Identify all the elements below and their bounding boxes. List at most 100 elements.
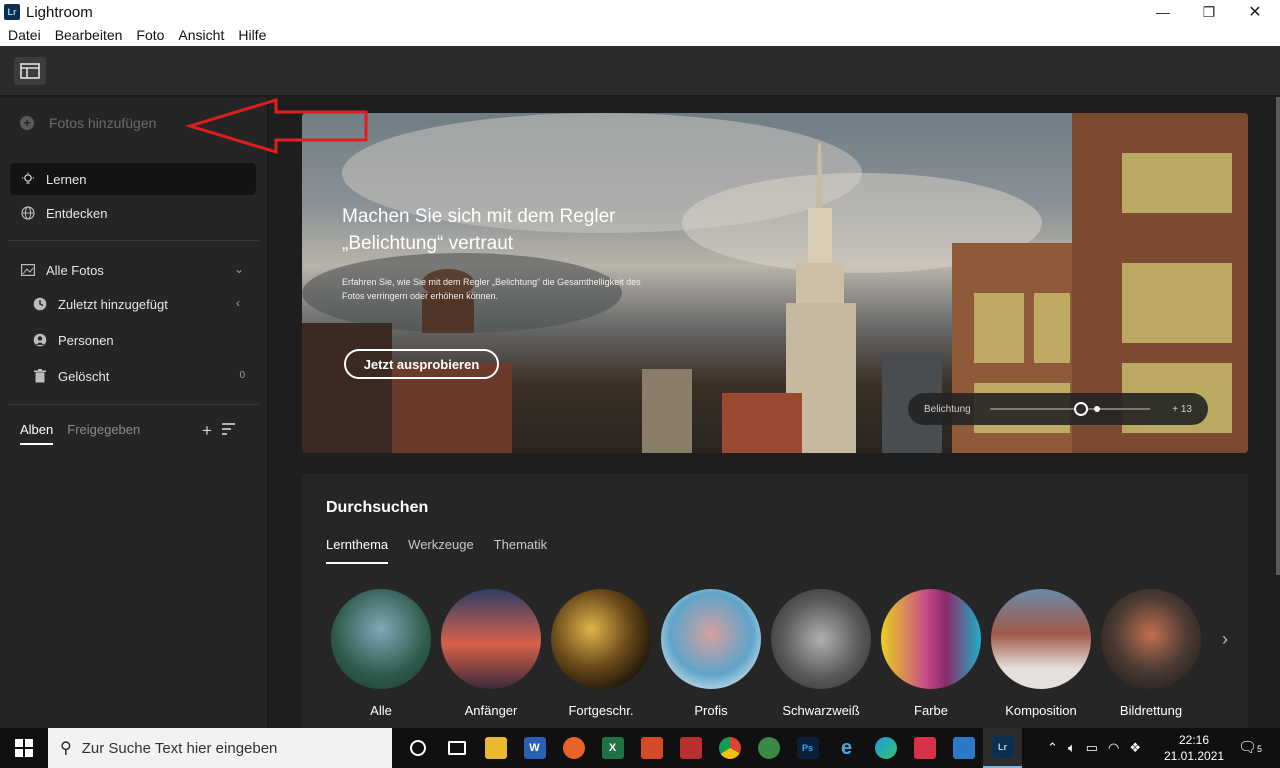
windows-taskbar: ⚲ Zur Suche Text hier eingeben W X Ps e … bbox=[0, 728, 1280, 768]
add-photos-button[interactable]: + Fotos hinzufügen bbox=[20, 115, 156, 131]
speaker-icon[interactable]: 🔈︎ bbox=[1068, 740, 1076, 756]
sort-icon[interactable] bbox=[221, 421, 238, 441]
taskbar-apps: W X Ps e Lr bbox=[398, 728, 1022, 768]
browse-tabs: Lernthema Werkzeuge Thematik bbox=[326, 537, 567, 564]
category-label: Fortgeschr. bbox=[568, 703, 634, 718]
album-tabs: Alben Freigegeben bbox=[20, 422, 140, 445]
edge-icon[interactable] bbox=[866, 728, 905, 768]
category-thumbnail bbox=[551, 589, 651, 689]
try-now-button[interactable]: Jetzt ausprobieren bbox=[344, 349, 499, 379]
menu-bar: Datei Bearbeiten Foto Ansicht Hilfe bbox=[0, 24, 1280, 46]
cortana-icon[interactable] bbox=[398, 728, 437, 768]
battery-icon[interactable]: ▭ bbox=[1086, 740, 1098, 756]
category-thumbnail bbox=[331, 589, 431, 689]
lightroom-logo-icon: Lr bbox=[4, 4, 20, 20]
sidebar-item-personen[interactable]: Personen bbox=[32, 332, 114, 348]
sidebar-item-label: Alle Fotos bbox=[46, 262, 104, 278]
category-thumbnail bbox=[771, 589, 871, 689]
photos-icon bbox=[20, 262, 36, 278]
menu-hilfe[interactable]: Hilfe bbox=[238, 27, 266, 43]
acrobat-icon[interactable] bbox=[671, 728, 710, 768]
category-farbe[interactable]: Farbe bbox=[876, 589, 986, 718]
exposure-knob bbox=[1074, 402, 1088, 416]
category-komposition[interactable]: Komposition bbox=[986, 589, 1096, 718]
lightroom-taskbar-icon[interactable]: Lr bbox=[983, 728, 1022, 768]
category-fortgeschritten[interactable]: Fortgeschr. bbox=[546, 589, 656, 718]
category-thumbnail bbox=[661, 589, 761, 689]
category-label: Anfänger bbox=[464, 703, 518, 718]
taskbar-search-input[interactable]: ⚲ Zur Suche Text hier eingeben bbox=[48, 728, 392, 768]
start-button[interactable] bbox=[0, 728, 48, 768]
category-label: Farbe bbox=[914, 703, 948, 718]
category-alle[interactable]: Alle bbox=[326, 589, 436, 718]
tab-alben[interactable]: Alben bbox=[20, 422, 54, 445]
exposure-dot bbox=[1094, 406, 1100, 412]
presentation-app-icon[interactable] bbox=[632, 728, 671, 768]
chevron-up-icon[interactable]: ⌃ bbox=[1047, 740, 1058, 756]
task-view-icon[interactable] bbox=[437, 728, 476, 768]
creative-cloud-icon[interactable] bbox=[905, 728, 944, 768]
toolbar bbox=[0, 46, 1280, 96]
tab-freigegeben[interactable]: Freigegeben bbox=[67, 422, 140, 445]
taskbar-clock[interactable]: 22:16 21.01.2021 bbox=[1164, 732, 1224, 764]
add-album-icon[interactable]: + bbox=[202, 421, 212, 441]
wifi-icon[interactable]: ◠ bbox=[1108, 740, 1119, 756]
panel-toggle-button[interactable] bbox=[14, 57, 46, 85]
exposure-label: Belichtung bbox=[924, 403, 971, 415]
menu-ansicht[interactable]: Ansicht bbox=[178, 27, 224, 43]
exposure-value: + 13 bbox=[1172, 403, 1192, 415]
hero-title: Machen Sie sich mit dem Regler „Belichtu… bbox=[342, 206, 616, 254]
excel-icon[interactable]: X bbox=[593, 728, 632, 768]
tab-lernthema[interactable]: Lernthema bbox=[326, 537, 389, 564]
chevron-left-icon[interactable]: ‹ bbox=[236, 296, 240, 310]
category-bildrettung[interactable]: Bildrettung bbox=[1096, 589, 1206, 718]
notification-count: 5 bbox=[1257, 744, 1263, 754]
category-label: Komposition bbox=[1005, 703, 1077, 718]
sidebar-item-alle-fotos[interactable]: Alle Fotos bbox=[20, 262, 104, 278]
category-label: Profis bbox=[694, 703, 728, 718]
file-explorer-icon[interactable] bbox=[476, 728, 515, 768]
category-thumbnail bbox=[441, 589, 541, 689]
system-tray: ⌃ 🔈︎ ▭ ◠ ❖ bbox=[1042, 728, 1146, 768]
minimize-button[interactable]: — bbox=[1140, 0, 1186, 24]
chrome-icon[interactable] bbox=[710, 728, 749, 768]
tab-thematik[interactable]: Thematik bbox=[494, 537, 547, 564]
title-bar: Lr Lightroom — ❐ ✕ bbox=[0, 0, 1280, 24]
chevron-down-icon[interactable]: ⌄ bbox=[234, 262, 244, 276]
category-thumbnail bbox=[1101, 589, 1201, 689]
sidebar: + Fotos hinzufügen Lernen Entdecken Alle… bbox=[0, 97, 268, 728]
main-content: Machen Sie sich mit dem Regler „Belichtu… bbox=[269, 97, 1280, 728]
category-label: Schwarzweiß bbox=[782, 703, 860, 718]
category-profis[interactable]: Profis bbox=[656, 589, 766, 718]
sidebar-divider bbox=[8, 240, 259, 241]
sidebar-item-entdecken[interactable]: Entdecken bbox=[20, 205, 107, 221]
sidebar-item-label: Gelöscht bbox=[58, 368, 110, 384]
dropbox-icon[interactable]: ❖ bbox=[1129, 740, 1141, 756]
scrollbar[interactable] bbox=[1276, 97, 1280, 575]
sidebar-item-label: Entdecken bbox=[46, 205, 108, 221]
internet-explorer-icon[interactable]: e bbox=[827, 728, 866, 768]
maximize-button[interactable]: ❐ bbox=[1186, 0, 1232, 24]
notification-center-icon[interactable]: 🗨︎5 bbox=[1238, 738, 1262, 756]
globe-app-icon[interactable] bbox=[749, 728, 788, 768]
photoshop-icon[interactable]: Ps bbox=[788, 728, 827, 768]
remote-desktop-icon[interactable] bbox=[944, 728, 983, 768]
category-anfaenger[interactable]: Anfänger bbox=[436, 589, 546, 718]
menu-bearbeiten[interactable]: Bearbeiten bbox=[55, 27, 123, 43]
sidebar-item-lernen[interactable]: Lernen bbox=[10, 163, 256, 195]
window-title: Lightroom bbox=[26, 3, 93, 21]
sidebar-item-geloescht[interactable]: Gelöscht bbox=[32, 368, 109, 384]
menu-datei[interactable]: Datei bbox=[8, 27, 41, 43]
deleted-count: 0 bbox=[239, 370, 245, 381]
tab-werkzeuge[interactable]: Werkzeuge bbox=[408, 537, 474, 564]
word-icon[interactable]: W bbox=[515, 728, 554, 768]
sidebar-item-zuletzt[interactable]: Zuletzt hinzugefügt bbox=[32, 296, 168, 312]
close-button[interactable]: ✕ bbox=[1232, 0, 1278, 24]
category-schwarzweiss[interactable]: Schwarzweiß bbox=[766, 589, 876, 718]
firefox-icon[interactable] bbox=[554, 728, 593, 768]
menu-foto[interactable]: Foto bbox=[136, 27, 164, 43]
sidebar-item-label: Lernen bbox=[46, 171, 87, 187]
browse-section: Durchsuchen Lernthema Werkzeuge Thematik… bbox=[302, 473, 1248, 728]
chevron-right-icon[interactable]: › bbox=[1222, 629, 1228, 650]
clock-icon bbox=[32, 296, 48, 312]
